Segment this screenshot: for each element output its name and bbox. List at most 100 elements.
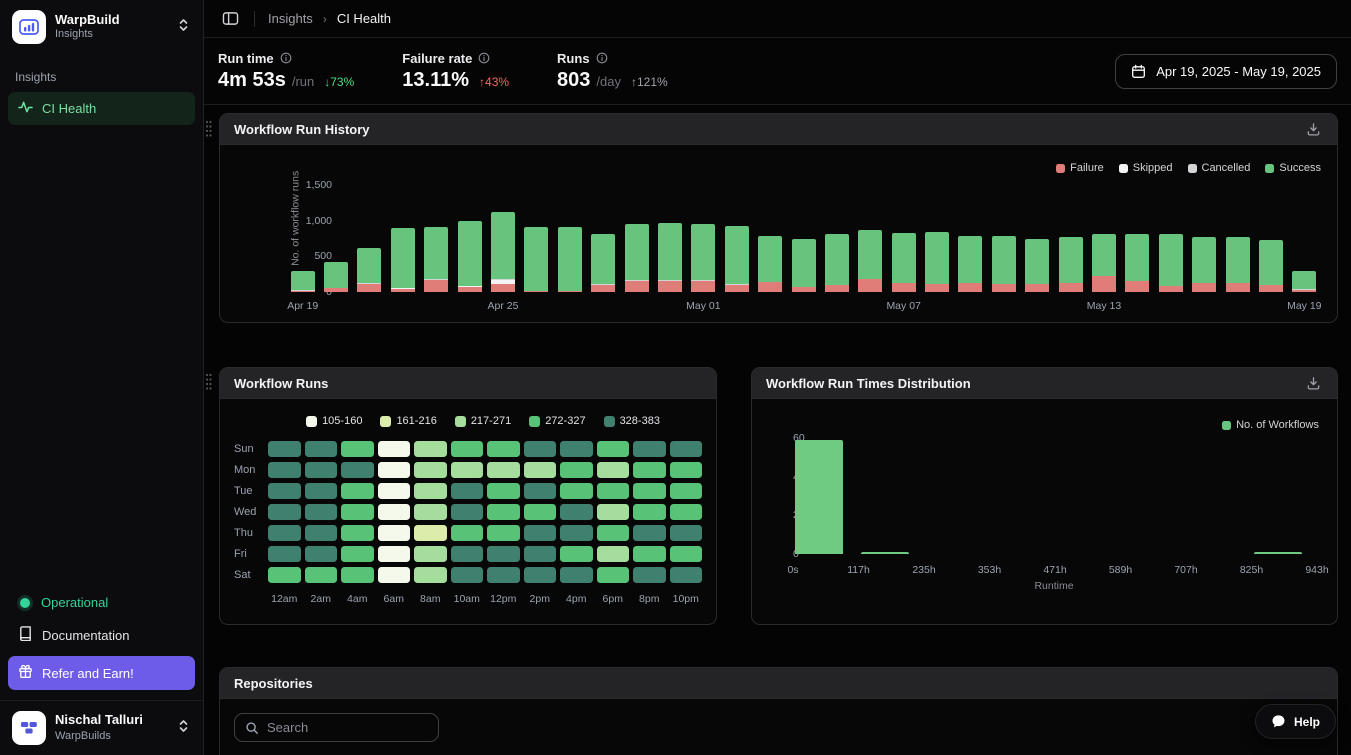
help-button[interactable]: Help [1254, 704, 1336, 739]
heatmap-cell[interactable] [487, 483, 520, 499]
heatmap-cell[interactable] [377, 567, 410, 583]
history-bar[interactable] [925, 231, 950, 292]
user-menu[interactable]: Nischal Talluri WarpBuilds [0, 700, 203, 755]
heatmap-cell[interactable] [596, 504, 629, 520]
heatmap-cell[interactable] [560, 483, 593, 499]
heatmap-cell[interactable] [304, 567, 337, 583]
heatmap-cell[interactable] [596, 567, 629, 583]
heatmap-cell[interactable] [669, 441, 702, 457]
heatmap-cell[interactable] [341, 525, 374, 541]
heatmap-cell[interactable] [450, 462, 483, 478]
history-bar[interactable] [1292, 270, 1317, 292]
heatmap-cell[interactable] [560, 546, 593, 562]
history-bar[interactable] [1025, 238, 1050, 292]
date-range-picker[interactable]: Apr 19, 2025 - May 19, 2025 [1115, 53, 1337, 89]
heatmap-cell[interactable] [669, 504, 702, 520]
heatmap-cell[interactable] [341, 483, 374, 499]
heatmap-cell[interactable] [414, 546, 447, 562]
history-bar[interactable] [624, 223, 649, 292]
heatmap-cell[interactable] [523, 504, 556, 520]
history-bar[interactable] [324, 262, 349, 292]
history-bar[interactable] [1225, 237, 1250, 292]
heatmap-cell[interactable] [268, 567, 301, 583]
heatmap-cell[interactable] [414, 567, 447, 583]
workspace-switcher[interactable]: WarpBuild Insights [0, 0, 203, 52]
heatmap-cell[interactable] [487, 462, 520, 478]
sidebar-item-documentation[interactable]: Documentation [8, 618, 195, 652]
status-operational[interactable]: Operational [8, 587, 195, 618]
heatmap-cell[interactable] [414, 483, 447, 499]
heatmap-cell[interactable] [487, 441, 520, 457]
heatmap-cell[interactable] [450, 546, 483, 562]
refer-and-earn-button[interactable]: Refer and Earn! [8, 656, 195, 690]
history-bar[interactable] [591, 233, 616, 292]
heatmap-cell[interactable] [304, 483, 337, 499]
heatmap-cell[interactable] [450, 441, 483, 457]
distribution-bar[interactable] [1253, 552, 1302, 554]
heatmap-cell[interactable] [560, 462, 593, 478]
heatmap-cell[interactable] [414, 462, 447, 478]
heatmap-cell[interactable] [268, 504, 301, 520]
heatmap-cell[interactable] [341, 504, 374, 520]
workspace-chevrons-icon[interactable] [176, 16, 191, 39]
heatmap-cell[interactable] [377, 441, 410, 457]
history-bar[interactable] [1125, 233, 1150, 292]
heatmap-cell[interactable] [596, 483, 629, 499]
heatmap-cell[interactable] [523, 483, 556, 499]
heatmap-cell[interactable] [268, 483, 301, 499]
history-bar[interactable] [958, 235, 983, 292]
heatmap-cell[interactable] [450, 525, 483, 541]
sidebar-item-ci-health[interactable]: CI Health [8, 92, 195, 125]
heatmap-cell[interactable] [377, 504, 410, 520]
heatmap-cell[interactable] [669, 567, 702, 583]
history-bar[interactable] [1192, 236, 1217, 292]
distribution-bar[interactable] [860, 552, 909, 554]
heatmap-cell[interactable] [377, 462, 410, 478]
heatmap-cell[interactable] [596, 525, 629, 541]
heatmap-cell[interactable] [669, 462, 702, 478]
heatmap-cell[interactable] [487, 504, 520, 520]
heatmap-cell[interactable] [560, 504, 593, 520]
heatmap-cell[interactable] [377, 525, 410, 541]
heatmap-cell[interactable] [633, 483, 666, 499]
history-bar[interactable] [390, 228, 415, 292]
heatmap-cell[interactable] [633, 441, 666, 457]
heatmap-cell[interactable] [414, 525, 447, 541]
history-bar[interactable] [357, 248, 382, 292]
heatmap-cell[interactable] [669, 483, 702, 499]
history-bar[interactable] [724, 225, 749, 292]
history-bar[interactable] [758, 235, 783, 292]
heatmap-cell[interactable] [341, 441, 374, 457]
heatmap-cell[interactable] [341, 462, 374, 478]
heatmap-cell[interactable] [523, 462, 556, 478]
drag-handle-icon[interactable] [205, 373, 212, 391]
heatmap-cell[interactable] [268, 462, 301, 478]
history-bar[interactable] [457, 221, 482, 292]
heatmap-cell[interactable] [633, 462, 666, 478]
info-icon[interactable] [596, 52, 608, 64]
history-bar[interactable] [1058, 237, 1083, 292]
heatmap-cell[interactable] [560, 567, 593, 583]
heatmap-cell[interactable] [268, 525, 301, 541]
heatmap-cell[interactable] [487, 567, 520, 583]
heatmap-cell[interactable] [487, 525, 520, 541]
search-input[interactable] [267, 720, 428, 735]
heatmap-cell[interactable] [450, 483, 483, 499]
heatmap-cell[interactable] [523, 441, 556, 457]
drag-handle-icon[interactable] [205, 120, 212, 138]
heatmap-cell[interactable] [414, 441, 447, 457]
heatmap-cell[interactable] [450, 567, 483, 583]
history-bar[interactable] [657, 222, 682, 292]
heatmap-cell[interactable] [523, 567, 556, 583]
heatmap-cell[interactable] [669, 525, 702, 541]
history-bar[interactable] [557, 227, 582, 292]
history-bar[interactable] [1158, 233, 1183, 292]
heatmap-cell[interactable] [304, 441, 337, 457]
heatmap-cell[interactable] [304, 546, 337, 562]
sidebar-toggle-icon[interactable] [220, 9, 241, 28]
info-icon[interactable] [478, 52, 490, 64]
heatmap-cell[interactable] [304, 504, 337, 520]
user-chevrons-icon[interactable] [176, 717, 191, 740]
history-bar[interactable] [824, 233, 849, 292]
history-bar[interactable] [424, 227, 449, 292]
